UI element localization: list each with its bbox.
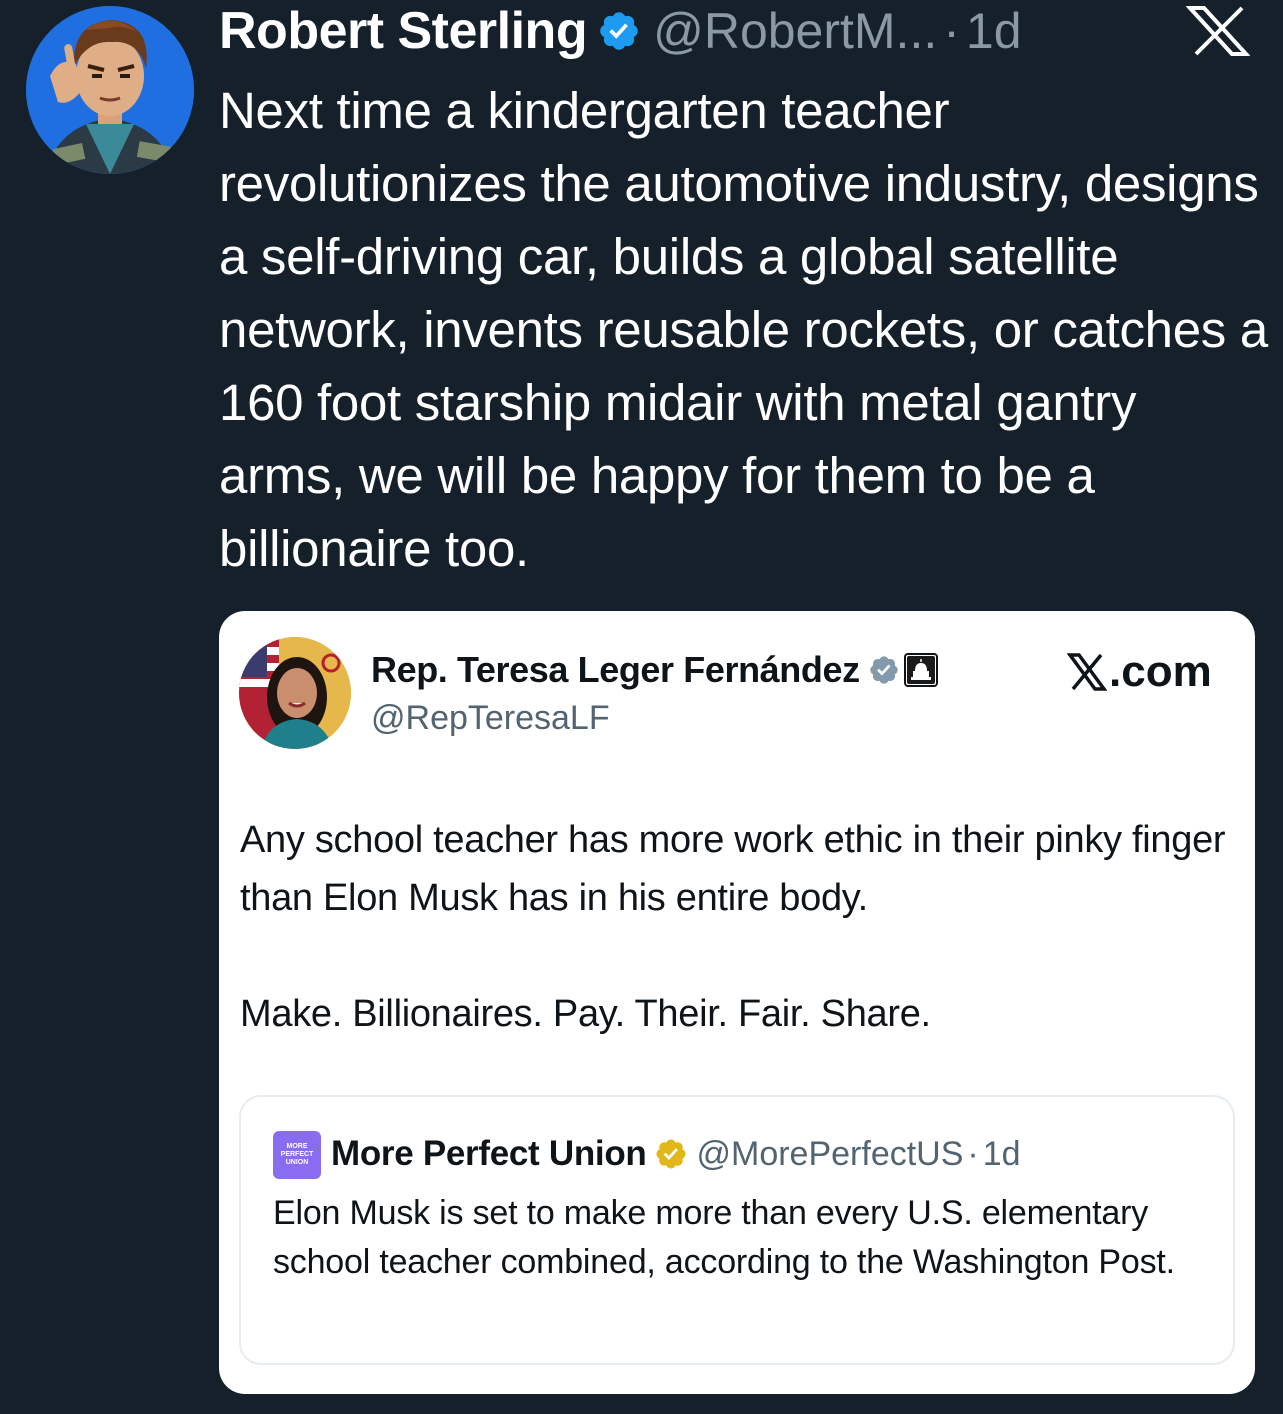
timestamp[interactable]: 1d <box>966 2 1022 60</box>
nested-timestamp[interactable]: 1d <box>983 1135 1021 1174</box>
nested-quote-text: Elon Musk is set to make more than every… <box>273 1194 1175 1281</box>
nested-separator-dot: · <box>967 1134 979 1173</box>
nested-quote-card[interactable]: MORE PERFECT UNION More Perfect Union @M… <box>239 1095 1235 1365</box>
x-com-label: .com <box>1109 647 1212 696</box>
tweet-header: Robert Sterling @RobertM... · 1d <box>219 1 1022 61</box>
author-name[interactable]: Robert Sterling <box>219 1 588 61</box>
author-handle[interactable]: @RobertM... <box>653 2 937 60</box>
quoted-tweet-card[interactable]: Rep. Teresa Leger Fernández @RepTeresaLF… <box>219 611 1255 1394</box>
avatar[interactable] <box>26 6 194 174</box>
quoted-tweet-text-2: Make. Billionaires. Pay. Their. Fair. Sh… <box>240 993 931 1035</box>
tweet-text: Next time a kindergarten teacher revolut… <box>219 82 1268 577</box>
quoted-author-name[interactable]: Rep. Teresa Leger Fernández <box>371 649 860 691</box>
gold-verified-badge-icon <box>656 1139 687 1169</box>
x-com-source[interactable]: .com <box>1067 647 1212 697</box>
quoted-avatar-photo <box>239 637 351 749</box>
quoted-tweet-text: Any school teacher has more work ethic i… <box>240 819 1226 919</box>
avatar-illustration <box>26 6 194 174</box>
nested-author-handle[interactable]: @MorePerfectUS <box>696 1135 963 1174</box>
nested-author-name[interactable]: More Perfect Union <box>331 1134 647 1174</box>
gray-verified-badge-icon <box>870 656 898 684</box>
x-logo-small-icon <box>1067 653 1107 691</box>
verified-badge-icon <box>597 9 641 53</box>
x-logo-icon[interactable] <box>1185 6 1251 56</box>
nested-header: More Perfect Union @MorePerfectUS · 1d <box>331 1131 1021 1177</box>
quoted-author-avatar[interactable] <box>239 637 351 749</box>
quoted-header: Rep. Teresa Leger Fernández <box>371 649 938 691</box>
logo-text: MORE PERFECT UNION <box>280 1143 314 1166</box>
separator-dot: · <box>943 3 960 59</box>
capitol-building-icon <box>903 653 938 687</box>
quoted-author-handle[interactable]: @RepTeresaLF <box>371 699 610 738</box>
more-perfect-union-logo: MORE PERFECT UNION <box>273 1131 321 1179</box>
